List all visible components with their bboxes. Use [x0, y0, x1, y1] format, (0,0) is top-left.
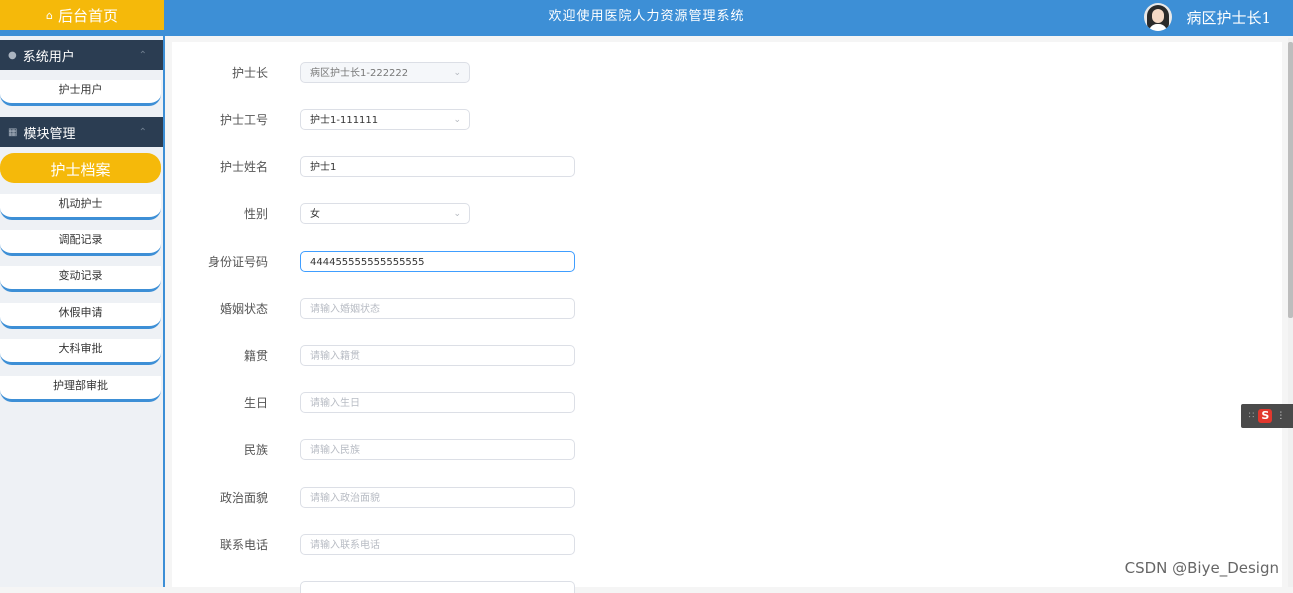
- system-title: 欢迎使用医院人力资源管理系统: [548, 9, 745, 24]
- ime-toolbar[interactable]: ∷ S ⋮: [1241, 404, 1293, 428]
- sidebar-item-department-approval[interactable]: 大科审批: [0, 339, 161, 365]
- grid-icon: ▦: [8, 126, 18, 138]
- field-label-head-nurse: 护士长: [231, 66, 268, 80]
- field-label-birthday: 生日: [243, 396, 268, 410]
- nurse-name-value: 护士1: [310, 162, 337, 173]
- chevron-up-icon: ⌃: [138, 126, 147, 138]
- home-icon: ⌂: [46, 8, 53, 22]
- top-bar: ⌂ 后台首页 欢迎使用医院人力资源管理系统 病区护士长1: [0, 0, 1293, 36]
- avatar[interactable]: [1144, 3, 1173, 31]
- user-icon: ●: [8, 49, 17, 61]
- watermark: CSDN @Biye_Design: [1124, 559, 1279, 577]
- head-nurse-value: 病区护士长1-222222: [310, 68, 409, 79]
- chevron-down-icon: ⌄: [453, 68, 461, 78]
- chevron-down-icon: ⌄: [453, 209, 461, 219]
- field-label-nurse-name: 护士姓名: [219, 160, 268, 174]
- sidebar: ● 系统用户 ⌃ 护士用户 ▦ 模块管理 ⌃ 护士档案 机动护士 调配记录 变动…: [0, 36, 165, 587]
- head-nurse-select: 病区护士长1-222222 ⌄: [300, 62, 470, 83]
- field-label-native-place: 籍贯: [243, 349, 268, 363]
- sidebar-item-allocation-records[interactable]: 调配记录: [0, 230, 161, 256]
- native-place-input[interactable]: 请输入籍贯: [300, 345, 575, 366]
- home-button[interactable]: ⌂ 后台首页: [0, 0, 164, 30]
- field-label-ethnicity: 民族: [243, 443, 268, 457]
- field-label-political-status: 政治面貌: [219, 491, 268, 505]
- nurse-id-select[interactable]: 护士1-111111 ⌄: [300, 109, 470, 130]
- user-name[interactable]: 病区护士长1: [1186, 7, 1271, 28]
- sidebar-section-modules[interactable]: ▦ 模块管理 ⌃: [0, 117, 163, 147]
- chevron-up-icon: ⌃: [138, 49, 147, 61]
- sidebar-section-system-users[interactable]: ● 系统用户 ⌃: [0, 40, 163, 70]
- nurse-id-value: 护士1-111111: [310, 115, 379, 126]
- main-content: 护士长 病区护士长1-222222 ⌄ 护士工号 护士1-111111 ⌄ 护士…: [166, 36, 1293, 593]
- field-label-phone: 联系电话: [219, 538, 268, 552]
- sidebar-item-nurse-records[interactable]: 护士档案: [0, 153, 161, 183]
- gender-value: 女: [310, 209, 320, 220]
- id-number-input[interactable]: 444455555555555555: [300, 251, 575, 272]
- nurse-name-input[interactable]: 护士1: [300, 156, 575, 177]
- home-label: 后台首页: [57, 6, 118, 25]
- field-label-gender: 性别: [243, 207, 268, 221]
- grid-icon: ∷: [1248, 411, 1255, 421]
- phone-input[interactable]: 请输入联系电话: [300, 534, 575, 555]
- sidebar-item-change-records[interactable]: 变动记录: [0, 266, 161, 292]
- marital-status-input[interactable]: 请输入婚姻状态: [300, 298, 575, 319]
- more-icon: ⋮: [1276, 411, 1286, 421]
- sogou-icon: S: [1258, 409, 1273, 423]
- sidebar-item-nursing-approval[interactable]: 护理部审批: [0, 376, 161, 402]
- sidebar-item-nurse-users[interactable]: 护士用户: [0, 80, 161, 106]
- chevron-down-icon: ⌄: [453, 115, 461, 125]
- birthday-input[interactable]: 请输入生日: [300, 392, 575, 413]
- next-field-input[interactable]: [300, 581, 575, 593]
- gender-select[interactable]: 女 ⌄: [300, 203, 470, 224]
- section-title: 系统用户: [22, 49, 75, 65]
- page-scrollbar[interactable]: [1288, 38, 1293, 587]
- nurse-record-form: 护士长 病区护士长1-222222 ⌄ 护士工号 护士1-111111 ⌄ 护士…: [172, 42, 1282, 593]
- section-title: 模块管理: [23, 126, 76, 142]
- ethnicity-input[interactable]: 请输入民族: [300, 439, 575, 460]
- scrollbar-thumb[interactable]: [1288, 42, 1293, 318]
- user-menu[interactable]: 病区护士长1: [1144, 1, 1271, 33]
- political-status-input[interactable]: 请输入政治面貌: [300, 487, 575, 508]
- field-label-id-number: 身份证号码: [207, 255, 268, 269]
- id-number-value: 444455555555555555: [310, 257, 425, 268]
- field-label-marital-status: 婚姻状态: [219, 302, 268, 316]
- sidebar-item-mobile-nurses[interactable]: 机动护士: [0, 194, 161, 220]
- field-label-nurse-id: 护士工号: [219, 113, 268, 127]
- sidebar-item-leave-requests[interactable]: 休假申请: [0, 303, 161, 329]
